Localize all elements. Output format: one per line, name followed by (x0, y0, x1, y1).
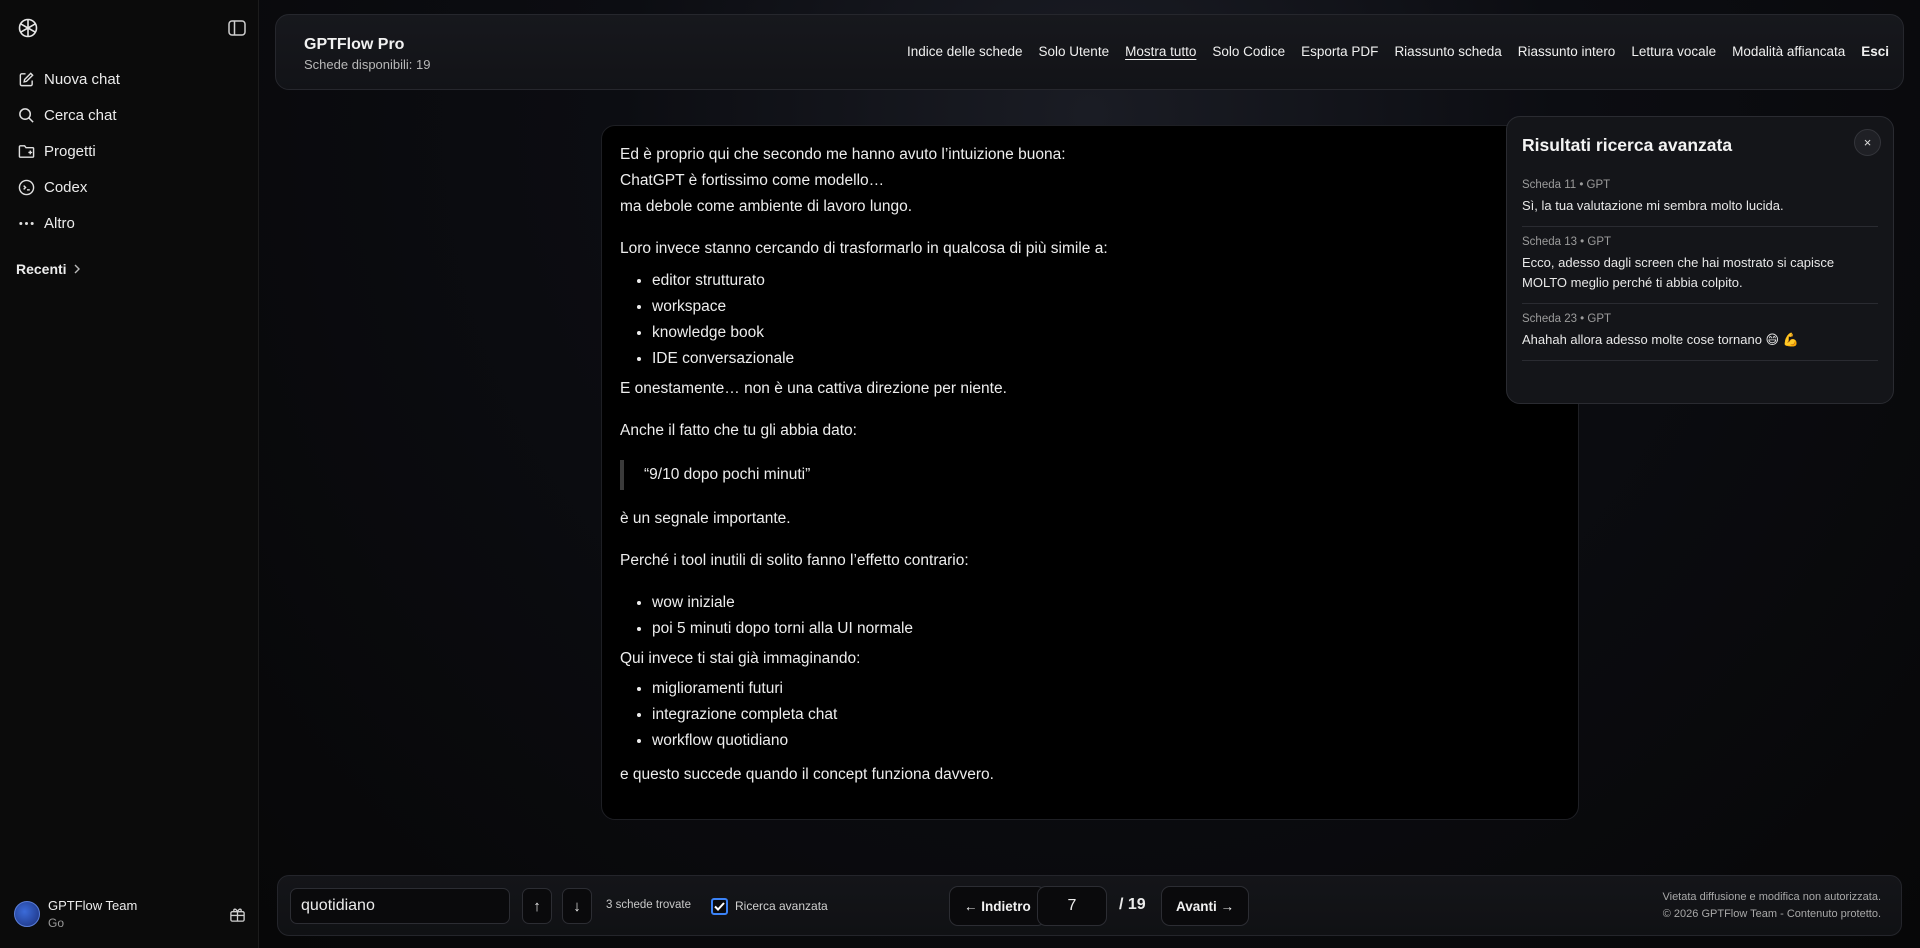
sidebar-item-label: Altro (44, 214, 75, 232)
search-input[interactable] (290, 888, 510, 924)
sidebar-top (14, 14, 246, 42)
legal-line: Vietata diffusione e modifica non autori… (1662, 891, 1881, 903)
next-page-button[interactable]: Avanti → (1161, 886, 1250, 926)
user-plan: Go (48, 916, 65, 930)
list-item: workspace (652, 294, 1560, 320)
close-icon: × (1863, 135, 1872, 150)
sidebar-item-more[interactable]: Altro (10, 205, 248, 241)
recent-section-toggle[interactable]: Recenti (16, 261, 81, 277)
result-meta: Scheda 11 • GPT (1522, 179, 1611, 191)
message-paragraph: e questo succede quando il concept funzi… (620, 766, 994, 783)
result-text: Sì, la tua valutazione mi sembra molto l… (1522, 198, 1784, 213)
openai-logo-icon[interactable] (16, 16, 40, 40)
search-icon (19, 107, 34, 123)
result-meta: Scheda 23 • GPT (1522, 313, 1612, 325)
arrow-up-icon: ↑ (533, 897, 541, 915)
legal-line: © 2026 GPTFlow Team - Contenuto protetto… (1662, 908, 1881, 920)
message-paragraph: Qui invece ti stai già immaginando: (620, 650, 861, 667)
sidebar: Nuova chat Cerca chat Progetti Codex Alt… (0, 0, 259, 948)
nav-summary-tab[interactable]: Riassunto scheda (1394, 44, 1501, 59)
sidebar-toggle-icon[interactable] (228, 20, 246, 36)
sidebar-item-label: Progetti (44, 142, 96, 160)
recent-label: Recenti (16, 261, 67, 277)
more-icon (19, 221, 34, 225)
list-item: knowledge book (652, 320, 1560, 346)
result-item[interactable]: Scheda 11 • GPT Sì, la tua valutazione m… (1522, 170, 1878, 227)
sidebar-nav: Nuova chat Cerca chat Progetti Codex Alt… (10, 61, 248, 241)
list-item: miglioramenti futuri (652, 676, 1560, 702)
gift-icon[interactable] (229, 906, 246, 923)
page-number-input[interactable] (1037, 886, 1107, 926)
header-nav: Indice delle schede Solo Utente Mostra t… (907, 44, 1889, 59)
checkmark-icon (714, 902, 725, 911)
edit-icon (19, 71, 34, 86)
nav-code-only[interactable]: Solo Codice (1212, 44, 1285, 59)
prev-page-button[interactable]: ← Indietro (949, 886, 1046, 926)
folder-icon (18, 144, 35, 158)
list-item: workflow quotidiano (652, 728, 1560, 754)
sidebar-item-new-chat[interactable]: Nuova chat (10, 61, 248, 97)
sidebar-item-label: Nuova chat (44, 70, 120, 88)
arrow-down-icon: ↓ (573, 897, 581, 915)
message-paragraph: Anche il fatto che tu gli abbia dato: (620, 422, 857, 439)
nav-show-all[interactable]: Mostra tutto (1125, 44, 1196, 59)
prev-match-button[interactable]: ↑ (522, 888, 552, 924)
list-item: poi 5 minuti dopo torni alla UI normale (652, 616, 1560, 642)
avatar (14, 901, 40, 927)
list-item: wow iniziale (652, 590, 1560, 616)
results-list: Scheda 11 • GPT Sì, la tua valutazione m… (1522, 170, 1878, 361)
advanced-search-checkbox[interactable] (711, 898, 728, 915)
user-profile[interactable]: GPTFlow Team Go (14, 897, 246, 933)
page-total: / 19 (1119, 896, 1146, 913)
result-item[interactable]: Scheda 13 • GPT Ecco, adesso dagli scree… (1522, 227, 1878, 304)
main-area: GPTFlow Pro Schede disponibili: 19 Indic… (259, 0, 1920, 948)
next-match-button[interactable]: ↓ (562, 888, 592, 924)
message-paragraph: è un segnale importante. (620, 510, 791, 527)
tabs-count: Schede disponibili: 19 (304, 57, 431, 72)
app-header: GPTFlow Pro Schede disponibili: 19 Indic… (275, 14, 1904, 90)
close-results-button[interactable]: × (1854, 129, 1881, 156)
user-name: GPTFlow Team (48, 898, 138, 913)
result-text: Ecco, adesso dagli screen che hai mostra… (1522, 255, 1835, 290)
list-item: integrazione completa chat (652, 702, 1560, 728)
sidebar-item-search-chat[interactable]: Cerca chat (10, 97, 248, 133)
result-item[interactable]: Scheda 23 • GPT Ahahah allora adesso mol… (1522, 304, 1878, 361)
nav-exit[interactable]: Esci (1861, 44, 1889, 59)
message-card: Ed è proprio qui che secondo me hanno av… (601, 125, 1579, 820)
legal-notice: Vietata diffusione e modifica non autori… (1662, 889, 1881, 923)
app-title: GPTFlow Pro (304, 36, 405, 53)
message-quote: “9/10 dopo pochi minuti” (620, 460, 1560, 490)
sidebar-item-codex[interactable]: Codex (10, 169, 248, 205)
sidebar-item-projects[interactable]: Progetti (10, 133, 248, 169)
matches-count: 3 schede trovate (606, 899, 692, 911)
message-line: Ed è proprio qui che secondo me hanno av… (620, 146, 1066, 163)
nav-user-only[interactable]: Solo Utente (1039, 44, 1110, 59)
nav-voice-reading[interactable]: Lettura vocale (1631, 44, 1716, 59)
nav-tab-index[interactable]: Indice delle schede (907, 44, 1023, 59)
message-paragraph: Perché i tool inutili di solito fanno l’… (620, 552, 969, 569)
nav-side-by-side[interactable]: Modalità affiancata (1732, 44, 1845, 59)
bottom-toolbar: ↑ ↓ 3 schede trovate Ricerca avanzata ← … (277, 875, 1902, 936)
message-list: editor strutturato workspace knowledge b… (620, 268, 1560, 372)
list-item: editor strutturato (652, 268, 1560, 294)
advanced-search-results-panel: Risultati ricerca avanzata × Scheda 11 •… (1506, 116, 1894, 404)
result-meta: Scheda 13 • GPT (1522, 236, 1612, 248)
message-list: wow iniziale poi 5 minuti dopo torni all… (620, 590, 1560, 642)
message-paragraph: E onestamente… non è una cattiva direzio… (620, 380, 1007, 397)
chevron-right-icon (74, 264, 80, 274)
nav-summary-full[interactable]: Riassunto intero (1518, 44, 1616, 59)
sidebar-item-label: Cerca chat (44, 106, 117, 124)
message-paragraph: Loro invece stanno cercando di trasforma… (620, 240, 1108, 257)
nav-export-pdf[interactable]: Esporta PDF (1301, 44, 1378, 59)
message-list: miglioramenti futuri integrazione comple… (620, 676, 1560, 754)
results-title: Risultati ricerca avanzata (1522, 135, 1733, 155)
codex-icon (18, 179, 35, 195)
message-line: ChatGPT è fortissimo come modello… (620, 172, 885, 189)
list-item: IDE conversazionale (652, 346, 1560, 372)
message-line: ma debole come ambiente di lavoro lungo. (620, 198, 913, 215)
advanced-search-label: Ricerca avanzata (735, 899, 828, 913)
result-text: Ahahah allora adesso molte cose tornano … (1522, 332, 1799, 347)
sidebar-item-label: Codex (44, 178, 88, 196)
